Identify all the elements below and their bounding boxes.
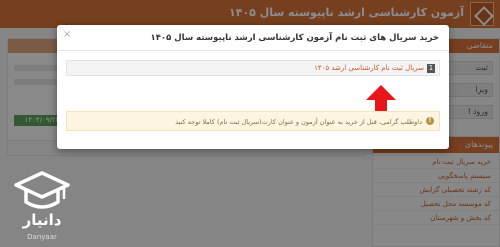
modal-header: خرید سریال های ثبت نام آزمون کارشناسی ار… (57, 25, 449, 51)
item-number-badge: 1 (427, 64, 435, 73)
notice-text: داوطلب گرامی، قبل از خرید به عنوان آزمون… (175, 118, 422, 126)
notice-box: ! داوطلب گرامی، قبل از خرید به عنوان آزم… (66, 111, 440, 131)
serial-link-row[interactable]: 1 سریال ثبت نام کارشناسی ارشد ۱۴۰۵ (66, 60, 440, 76)
modal-title: خرید سریال های ثبت نام آزمون کارشناسی ار… (150, 33, 439, 43)
brand-name: دانیار (22, 211, 62, 229)
serial-purchase-link[interactable]: سریال ثبت نام کارشناسی ارشد ۱۴۰۵ (314, 64, 424, 72)
graduation-cap-icon (14, 171, 70, 209)
brand-logo: دانیار Danyaar (0, 165, 84, 247)
close-icon[interactable]: × (63, 29, 71, 40)
buy-serial-modal: خرید سریال های ثبت نام آزمون کارشناسی ار… (57, 25, 449, 149)
info-icon: ! (426, 117, 434, 125)
brand-subtitle: Danyaar (27, 233, 57, 241)
